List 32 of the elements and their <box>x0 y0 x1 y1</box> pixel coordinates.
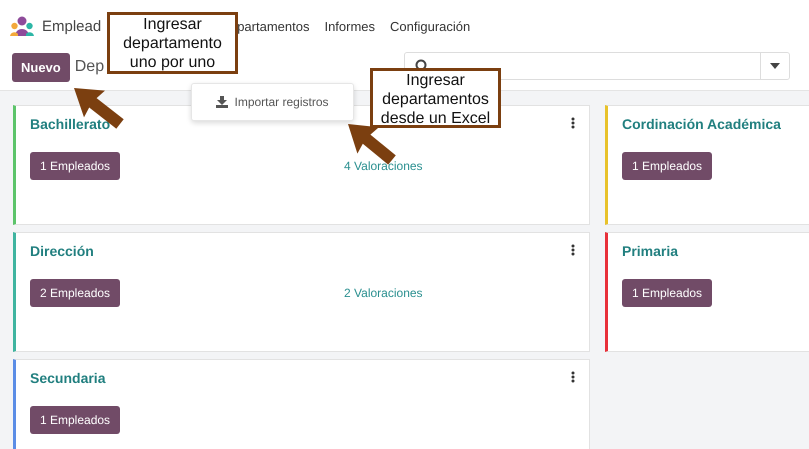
employees-badge[interactable]: 2 Empleados <box>30 279 120 307</box>
callout-text: desde un Excel <box>380 109 492 128</box>
department-card[interactable]: Primaria 1 Empleados <box>605 232 809 352</box>
employees-badge[interactable]: 1 Empleados <box>622 279 712 307</box>
employees-badge[interactable]: 1 Empleados <box>30 406 120 434</box>
app-logo-icon[interactable] <box>10 16 34 36</box>
menu-item[interactable]: Configuración <box>390 18 470 34</box>
department-card[interactable]: Dirección 2 Empleados 2 Valoraciones <box>13 232 590 352</box>
menu-item[interactable]: Informes <box>324 18 376 34</box>
ratings-link[interactable]: 4 Valoraciones <box>344 159 423 173</box>
callout-text: Ingresar <box>405 71 466 90</box>
menu-item[interactable]: partamentos <box>237 18 310 34</box>
callout-text: uno por uno <box>128 53 216 72</box>
new-button[interactable]: Nuevo <box>12 52 70 82</box>
kebab-menu-icon[interactable] <box>571 244 575 256</box>
download-icon <box>216 96 228 108</box>
department-name[interactable]: Primaria <box>622 243 795 259</box>
callout-text: Ingresar <box>142 15 203 34</box>
kebab-menu-icon[interactable] <box>571 117 575 129</box>
department-name[interactable]: Secundaria <box>30 370 575 386</box>
caret-icon[interactable] <box>770 63 780 69</box>
department-name[interactable]: Cordinación Académica <box>622 116 795 132</box>
department-card[interactable]: Cordinación Académica 1 Empleados <box>605 105 809 225</box>
kebab-menu-icon[interactable] <box>571 371 575 383</box>
app-name[interactable]: Emplead <box>42 18 102 34</box>
callout-text: departamento <box>122 34 223 53</box>
ratings-link[interactable]: 2 Valoraciones <box>344 286 423 300</box>
department-name[interactable]: Dirección <box>30 243 575 259</box>
breadcrumb[interactable]: Dep <box>74 58 104 76</box>
employees-badge[interactable]: 1 Empleados <box>30 152 120 180</box>
department-card[interactable]: Secundaria 1 Empleados <box>13 359 590 449</box>
employees-badge[interactable]: 1 Empleados <box>622 152 712 180</box>
